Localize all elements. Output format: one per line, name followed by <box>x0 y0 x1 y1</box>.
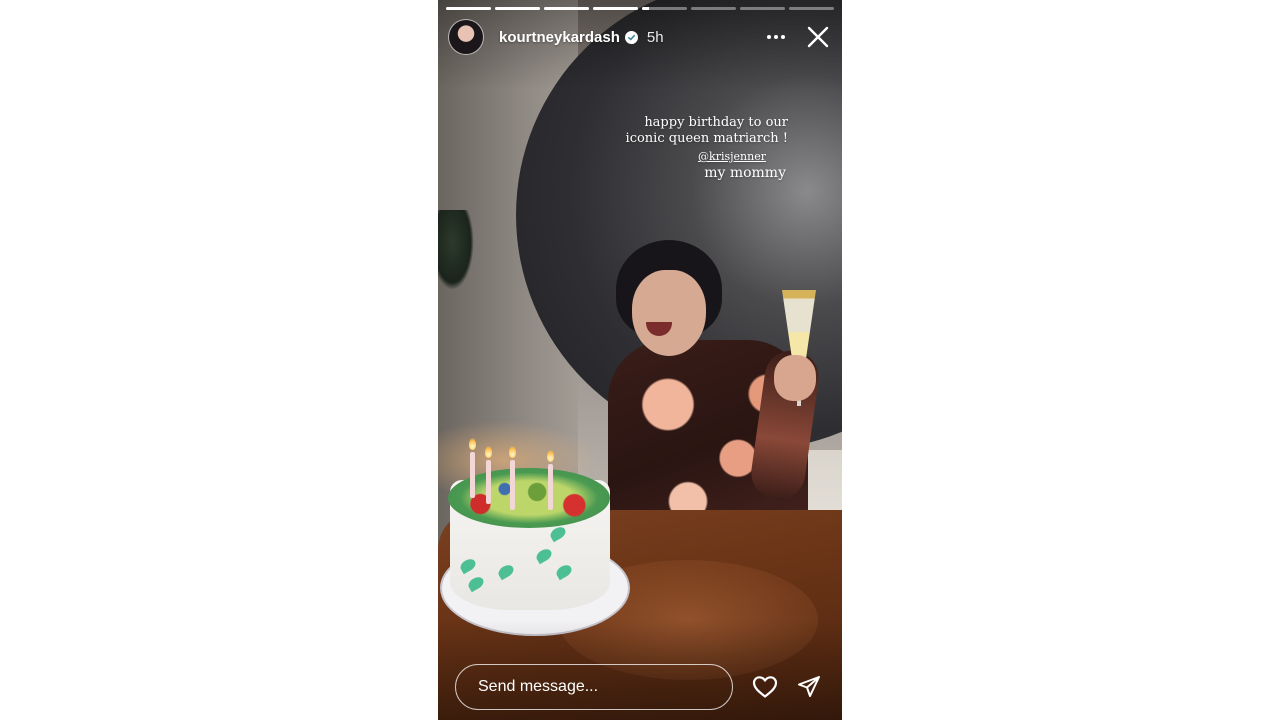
more-horizontal-icon <box>767 35 785 39</box>
close-button[interactable] <box>804 23 832 51</box>
photo-candle <box>548 464 553 510</box>
photo-candle <box>470 452 475 498</box>
photo-plant <box>438 210 474 290</box>
progress-segment <box>446 7 491 10</box>
progress-segment-fill <box>544 7 589 10</box>
progress-segment <box>642 7 687 10</box>
share-button[interactable] <box>795 673 823 701</box>
story-caption: happy birthday to our iconic queen matri… <box>626 115 788 182</box>
verified-badge-icon <box>624 30 638 44</box>
caption-line: happy birthday to our <box>644 115 788 130</box>
progress-segment-fill <box>495 7 540 10</box>
photo-candle-flame <box>509 446 516 458</box>
photo-candle <box>486 460 491 504</box>
progress-segment-fill <box>593 7 638 10</box>
send-message-input[interactable] <box>455 664 733 710</box>
photo-candle-flame <box>485 446 492 458</box>
progress-segment <box>593 7 638 10</box>
progress-segment-fill <box>446 7 491 10</box>
progress-segment <box>740 7 785 10</box>
progress-segment <box>691 7 736 10</box>
progress-segment-fill <box>642 7 649 10</box>
progress-segment <box>789 7 834 10</box>
post-time: 5h <box>646 28 664 46</box>
photo-candle-flame <box>469 438 476 450</box>
photo-candle <box>510 460 515 510</box>
mention-link[interactable]: @krisjenner <box>626 149 766 165</box>
photo-person-face <box>632 270 706 356</box>
story-footer <box>455 664 835 710</box>
heart-icon <box>752 676 778 698</box>
progress-segment <box>495 7 540 10</box>
like-button[interactable] <box>751 673 779 701</box>
story-progress-bar <box>446 7 834 10</box>
photo-person-hand <box>774 355 816 401</box>
avatar[interactable] <box>448 19 484 55</box>
close-icon <box>807 26 829 48</box>
story-viewer[interactable]: kourtneykardash 5h happy birthday to our… <box>438 0 842 720</box>
caption-line: iconic queen matriarch ! <box>625 131 788 146</box>
story-header: kourtneykardash 5h <box>448 18 832 56</box>
photo-candle-flame <box>547 450 554 462</box>
username[interactable]: kourtneykardash <box>499 29 620 46</box>
caption-signoff: my mommy <box>704 165 786 181</box>
send-icon <box>798 676 820 697</box>
progress-segment <box>544 7 589 10</box>
more-options-button[interactable] <box>762 23 790 51</box>
